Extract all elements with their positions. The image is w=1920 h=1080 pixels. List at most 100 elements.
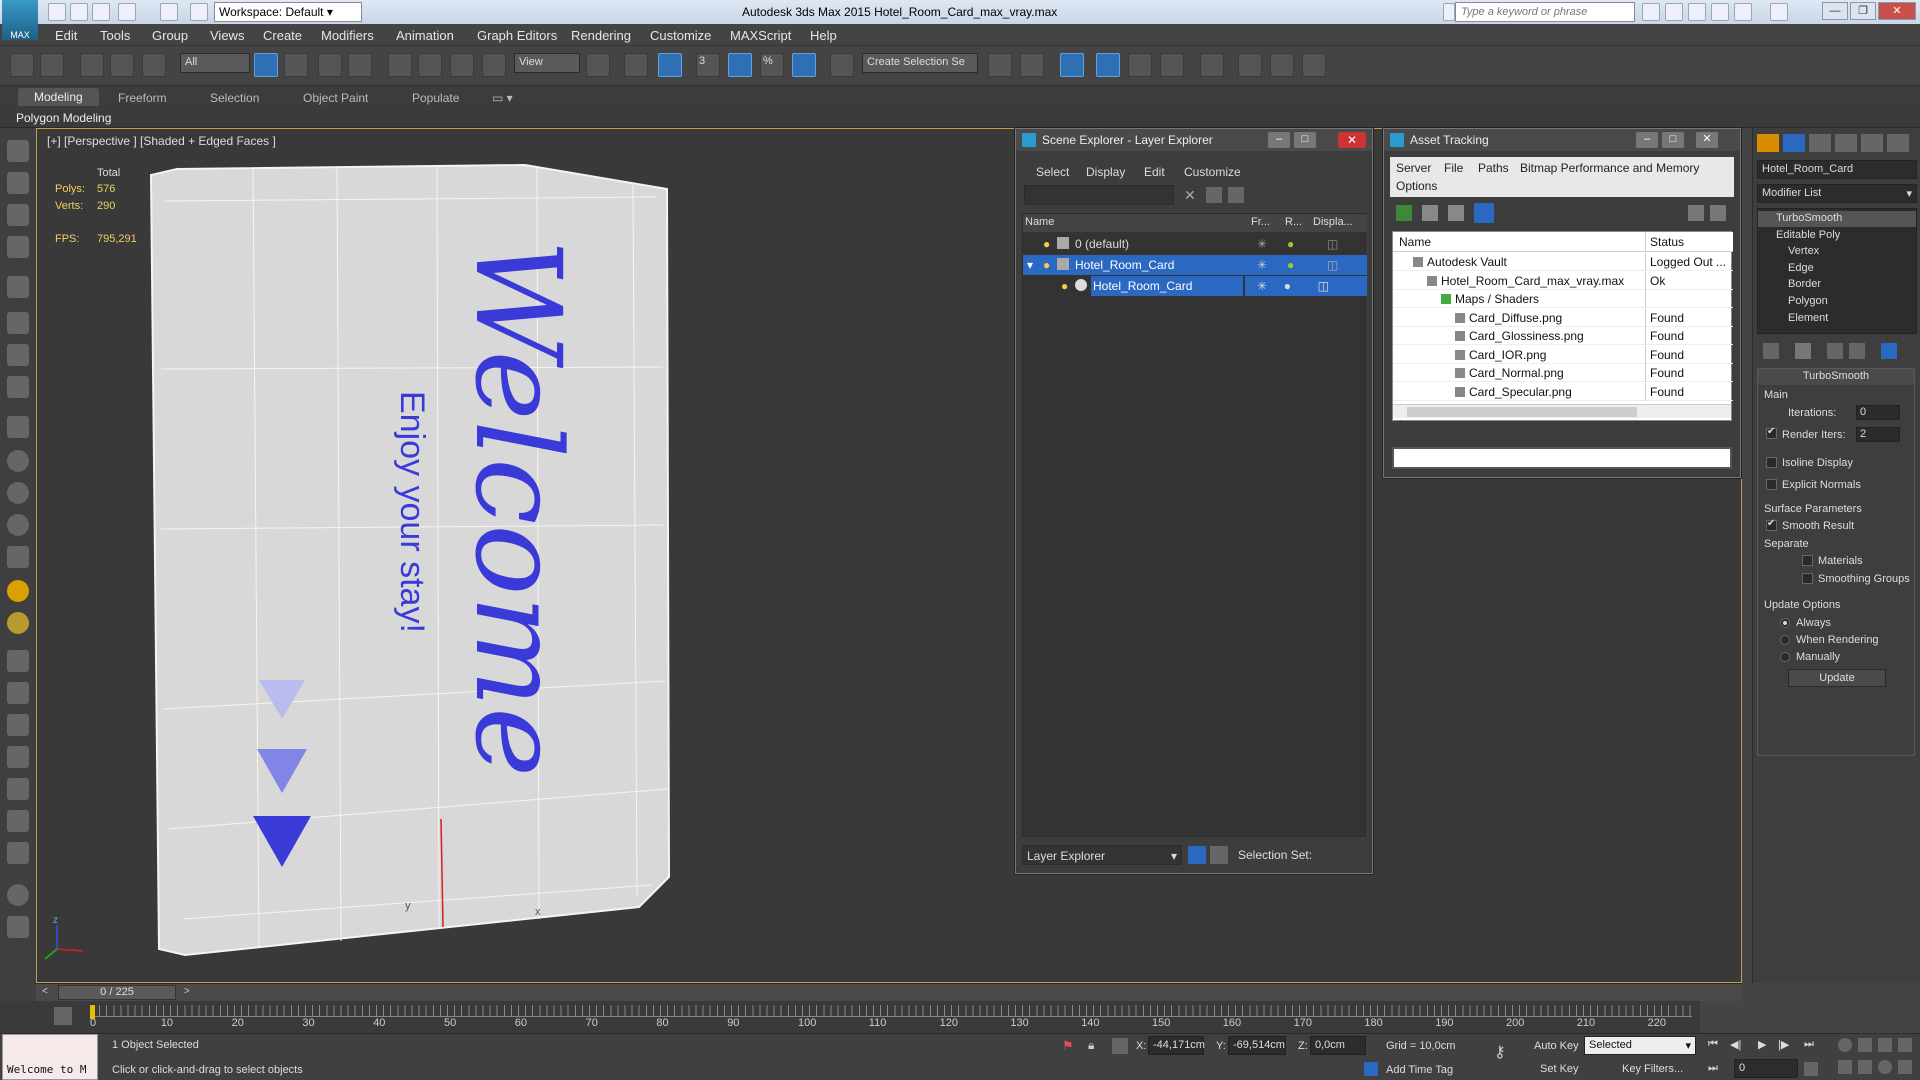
clear-filter-icon[interactable]: ✕ (1184, 187, 1196, 204)
pivot-center-icon[interactable] (586, 53, 610, 77)
render-production-icon[interactable] (1302, 53, 1326, 77)
z-coordinate-field[interactable]: 0,0cm (1310, 1036, 1366, 1055)
undo-icon[interactable] (10, 53, 34, 77)
isolate-selection-icon[interactable]: ⚑ (1062, 1038, 1074, 1054)
show-end-result-icon[interactable] (1795, 343, 1811, 359)
go-to-start-icon[interactable]: ⏮ (1708, 1038, 1718, 1051)
shape-icon[interactable] (7, 416, 29, 438)
snaps-toggle-icon[interactable]: 3 (696, 53, 720, 77)
filter-options-icon[interactable] (1206, 187, 1222, 203)
space-warp-icon[interactable] (7, 714, 29, 736)
scene-menu-edit[interactable]: Edit (1144, 165, 1165, 179)
select-and-link-icon[interactable] (80, 53, 104, 77)
render-setup-icon[interactable] (1238, 53, 1262, 77)
create-tab-icon[interactable] (1757, 134, 1779, 152)
asset-row[interactable]: Maps / Shaders (1393, 290, 1733, 308)
undo-icon[interactable] (118, 3, 136, 21)
hierarchy-icon[interactable] (1228, 187, 1244, 203)
materials-checkbox[interactable] (1802, 555, 1813, 566)
asset-column-status[interactable]: Status (1645, 232, 1684, 252)
menu-create[interactable]: Create (263, 28, 302, 43)
stack-item-subobject[interactable]: Vertex (1758, 244, 1916, 260)
asset-row[interactable]: Card_IOR.png Found (1393, 345, 1733, 364)
orbit-icon[interactable] (1878, 1060, 1892, 1074)
x-coordinate-field[interactable]: -44,171cm (1148, 1036, 1205, 1055)
select-object-icon[interactable] (254, 53, 278, 77)
asset-row[interactable]: Card_Normal.png Found (1393, 364, 1733, 382)
time-tag-icon[interactable] (1364, 1062, 1378, 1076)
explorer-mode-dropdown[interactable]: Layer Explorer ▾ (1022, 845, 1182, 865)
asset-row[interactable]: Hotel_Room_Card_max_vray.max Ok (1393, 271, 1733, 290)
scene-explorer-maximize-button[interactable]: □ (1294, 132, 1316, 148)
asset-row[interactable]: Autodesk Vault Logged Out ... (1393, 253, 1733, 271)
key-filters-button[interactable]: Key Filters... (1622, 1063, 1683, 1075)
menu-views[interactable]: Views (210, 28, 244, 43)
grid-icon[interactable] (7, 236, 29, 258)
edit-named-selection-icon[interactable] (830, 53, 854, 77)
previous-frame-icon[interactable]: ◀| (1730, 1038, 1741, 1051)
zoom-extents-icon[interactable] (1878, 1038, 1892, 1052)
select-by-name-icon[interactable] (284, 53, 308, 77)
time-configuration-icon[interactable] (1804, 1062, 1818, 1076)
add-time-tag[interactable]: Add Time Tag (1386, 1064, 1453, 1076)
manipulate-icon[interactable] (624, 53, 648, 77)
asset-maximize-button[interactable]: □ (1662, 132, 1684, 148)
make-unique-icon[interactable] (1827, 343, 1843, 359)
hierarchy-tab-icon[interactable] (1809, 134, 1831, 152)
named-selection-dropdown[interactable]: Create Selection Se (862, 53, 978, 73)
search-input[interactable]: Type a keyword or phrase (1455, 2, 1635, 22)
scene-explorer-window[interactable]: Scene Explorer - Layer Explorer – □ ✕ Se… (1015, 128, 1373, 874)
stack-item-turbosmooth[interactable]: TurboSmooth (1758, 211, 1916, 227)
menu-tools[interactable]: Tools (100, 28, 130, 43)
tab-populate[interactable]: Populate (412, 91, 459, 105)
percent-snap-icon[interactable]: % (760, 53, 784, 77)
layer-row-selected[interactable]: ▾ ● Hotel_Room_Card ✳ ● ◫ (1023, 255, 1367, 275)
asset-row[interactable]: Card_Diffuse.png Found (1393, 308, 1733, 327)
menu-modifiers[interactable]: Modifiers (321, 28, 374, 43)
asset-menu-server[interactable]: Server (1396, 161, 1431, 175)
stack-item-subobject[interactable]: Polygon (1758, 294, 1916, 310)
time-slider-next-icon[interactable]: > (184, 986, 190, 997)
stack-item-subobject[interactable]: Edge (1758, 261, 1916, 277)
app-logo[interactable]: MAX (2, 0, 38, 40)
minimize-window-button[interactable]: — (1822, 2, 1848, 20)
binoculars-icon[interactable] (1642, 3, 1660, 21)
scene-explorer-minimize-button[interactable]: – (1268, 132, 1290, 148)
menu-customize[interactable]: Customize (650, 28, 711, 43)
turbosmooth-rollout-header[interactable]: TurboSmooth (1758, 369, 1914, 385)
stack-item-subobject[interactable]: Border (1758, 277, 1916, 293)
absolute-mode-icon[interactable] (1112, 1038, 1128, 1054)
plane-icon[interactable] (7, 204, 29, 226)
workspace-dropdown[interactable]: Workspace: Default ▾ (214, 2, 362, 22)
angle-snap-icon[interactable] (728, 53, 752, 77)
rectangular-selection-icon[interactable] (318, 53, 342, 77)
scene-explorer-close-button[interactable]: ✕ (1338, 132, 1366, 148)
manually-radio[interactable] (1780, 652, 1790, 662)
keyboard-shortcut-override-icon[interactable] (658, 53, 682, 77)
mirror-icon[interactable] (988, 53, 1012, 77)
scene-menu-customize[interactable]: Customize (1184, 165, 1241, 179)
scene-menu-display[interactable]: Display (1086, 165, 1125, 179)
search-dropdown-icon[interactable] (1443, 3, 1455, 21)
open-file-icon[interactable] (70, 3, 88, 21)
when-rendering-radio[interactable] (1780, 635, 1790, 645)
asset-menu-paths[interactable]: Paths (1478, 161, 1509, 175)
maxscript-listener[interactable]: Welcome to M (2, 1034, 98, 1080)
object-name-field[interactable]: Hotel_Room_Card (1757, 160, 1917, 179)
modify-tab-icon[interactable] (1783, 134, 1805, 152)
place-icon[interactable] (482, 53, 506, 77)
iterations-spinner[interactable]: 0 (1856, 405, 1900, 420)
stack-item-subobject[interactable]: Element (1758, 311, 1916, 327)
project-folder-icon[interactable] (190, 3, 208, 21)
asset-row[interactable]: Card_Glossiness.png Found (1393, 327, 1733, 345)
lightbulb-icon[interactable]: ● (1043, 237, 1050, 251)
expand-arrow-icon[interactable]: ▾ (1027, 258, 1033, 272)
material-editor-icon[interactable] (1200, 53, 1224, 77)
play-icon[interactable]: ▶ (1758, 1038, 1766, 1051)
isoline-display-checkbox[interactable] (1766, 457, 1777, 468)
asset-tracking-title-bar[interactable]: Asset Tracking (1384, 129, 1740, 151)
close-window-button[interactable]: ✕ (1878, 2, 1916, 20)
restore-window-button[interactable]: ❐ (1850, 2, 1876, 20)
asset-menu-file[interactable]: File (1444, 161, 1463, 175)
motion-tab-icon[interactable] (1835, 134, 1857, 152)
